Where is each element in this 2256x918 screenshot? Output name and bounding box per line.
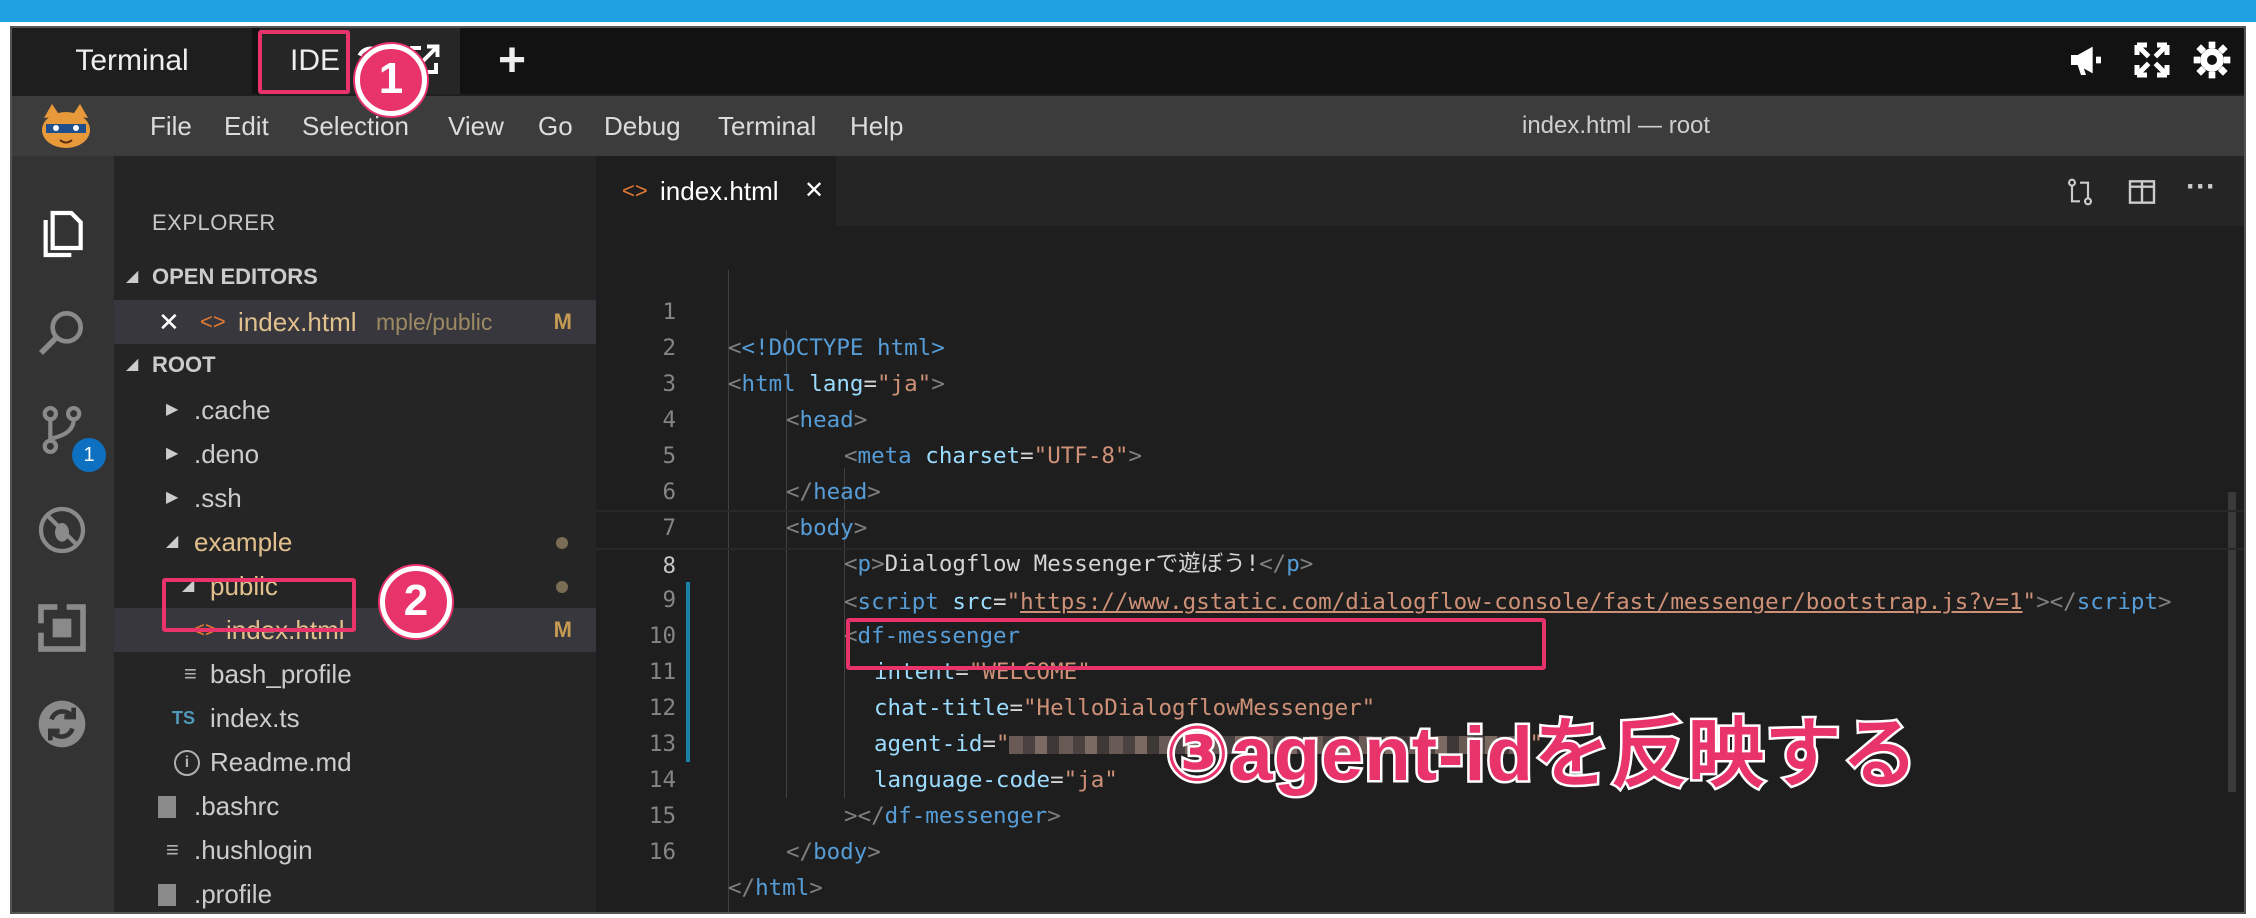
open-editor-filename: index.html bbox=[238, 307, 357, 337]
tree-item-bash-profile[interactable]: ≡ bash_profile bbox=[114, 652, 596, 696]
code-tag: html bbox=[755, 875, 810, 901]
tree-item-label: example bbox=[194, 527, 293, 557]
tree-item-label: .bashrc bbox=[194, 791, 280, 821]
extensions-icon[interactable] bbox=[34, 600, 90, 656]
tree-item-label: .cache bbox=[194, 395, 271, 425]
root-section[interactable]: ◢ ROOT bbox=[114, 344, 596, 386]
close-editor-icon[interactable]: ✕ bbox=[158, 300, 180, 344]
code-line[interactable]: 9 <df-messenger bbox=[596, 546, 2244, 649]
annotation-callout-3: ③agent-idを反映する bbox=[1163, 710, 1921, 800]
open-editor-path: mple/public bbox=[376, 309, 493, 335]
app-logo-icon bbox=[42, 104, 90, 148]
sync-icon[interactable] bbox=[34, 696, 90, 752]
text-file-icon: ≡ bbox=[184, 661, 197, 686]
tree-item-profile[interactable]: .profile bbox=[114, 872, 596, 912]
annotation-number-2: 2 bbox=[380, 566, 452, 638]
collapse-triangle-icon: ◢ bbox=[126, 356, 139, 373]
menu-edit[interactable]: Edit bbox=[224, 96, 269, 156]
code-line[interactable]: 7 <p>Dialogflow Messengerで遊ぼう!</p> bbox=[596, 474, 2244, 577]
code-line[interactable]: 1 <<!DOCTYPE html> bbox=[596, 258, 2244, 361]
tree-item-label: .deno bbox=[194, 439, 260, 469]
debug-icon[interactable] bbox=[34, 502, 90, 558]
explorer-title: EXPLORER bbox=[152, 210, 276, 235]
tree-item-bashrc[interactable]: .bashrc bbox=[114, 784, 596, 828]
open-editors-label: OPEN EDITORS bbox=[152, 264, 318, 289]
menu-view[interactable]: View bbox=[448, 96, 504, 156]
tab-terminal[interactable]: Terminal bbox=[12, 28, 252, 94]
search-icon[interactable] bbox=[34, 304, 90, 360]
menu-terminal[interactable]: Terminal bbox=[718, 96, 816, 156]
tree-item-deno[interactable]: ▶ .deno bbox=[114, 432, 596, 476]
info-icon: i bbox=[174, 750, 200, 776]
modified-dot bbox=[556, 581, 568, 593]
line-number: 16 bbox=[648, 839, 676, 865]
editor-tab-bar: <> index.html ✕ ··· bbox=[596, 156, 2244, 226]
tree-item-label: .hushlogin bbox=[194, 835, 313, 865]
collapse-triangle-icon: ◢ bbox=[166, 533, 179, 550]
add-tab-button[interactable]: + bbox=[482, 28, 542, 94]
menu-bar: File Edit Selection View Go Debug Termin… bbox=[12, 96, 2244, 156]
menu-help[interactable]: Help bbox=[850, 96, 903, 156]
code-line-current[interactable]: 8 <script src="https://www.gstatic.com/d… bbox=[596, 510, 2244, 615]
annotation-box-agent-id bbox=[846, 618, 1546, 670]
code-line[interactable]: 2 <html lang="ja"> bbox=[596, 294, 2244, 397]
tree-item-readme[interactable]: i Readme.md bbox=[114, 740, 596, 784]
activity-bar: 1 bbox=[12, 156, 114, 912]
code-line[interactable]: 6 <body> bbox=[596, 438, 2244, 541]
close-tab-icon[interactable]: ✕ bbox=[804, 156, 824, 226]
explorer-files-icon[interactable] bbox=[34, 206, 90, 262]
annotation-box-ide-tab bbox=[258, 30, 350, 94]
editor-tab-label: index.html bbox=[660, 176, 779, 206]
menu-go[interactable]: Go bbox=[538, 96, 573, 156]
tree-item-label: bash_profile bbox=[210, 659, 352, 689]
expand-arrow-icon: ▶ bbox=[166, 401, 179, 418]
expand-arrow-icon: ▶ bbox=[166, 489, 179, 506]
more-actions-icon[interactable]: ··· bbox=[2186, 170, 2216, 204]
tree-item-label: index.ts bbox=[210, 703, 300, 733]
compare-changes-icon[interactable] bbox=[2064, 176, 2096, 208]
file-icon bbox=[158, 884, 176, 906]
modified-dot bbox=[556, 537, 568, 549]
menu-debug[interactable]: Debug bbox=[604, 96, 681, 156]
tree-item-label: .profile bbox=[194, 879, 273, 909]
split-editor-icon[interactable] bbox=[2126, 176, 2158, 208]
open-editor-item[interactable]: ✕ <> index.html mple/public M bbox=[114, 300, 596, 344]
tree-item-example[interactable]: ◢ example bbox=[114, 520, 596, 564]
settings-gear-icon[interactable] bbox=[2192, 40, 2232, 80]
modified-badge: M bbox=[553, 617, 572, 642]
root-label: ROOT bbox=[152, 352, 216, 377]
tree-item-label: Readme.md bbox=[210, 747, 352, 777]
tree-item-index-ts[interactable]: TS index.ts bbox=[114, 696, 596, 740]
scm-count-badge: 1 bbox=[72, 438, 106, 472]
html-file-icon: <> bbox=[200, 309, 226, 334]
tree-item-ssh[interactable]: ▶ .ssh bbox=[114, 476, 596, 520]
megaphone-icon[interactable] bbox=[2064, 40, 2108, 80]
code-line[interactable]: 4 <meta charset="UTF-8"> bbox=[596, 366, 2244, 469]
html-file-icon: <> bbox=[622, 178, 648, 203]
annotation-box-index-html bbox=[162, 578, 356, 632]
editor-tab-index-html[interactable]: <> index.html ✕ bbox=[596, 156, 836, 226]
top-accent-stripe bbox=[0, 0, 2256, 22]
typescript-file-icon: TS bbox=[172, 708, 196, 728]
code-line[interactable]: 3 <head> bbox=[596, 330, 2244, 433]
tab-terminal-label: Terminal bbox=[75, 44, 189, 77]
tree-item-label: .ssh bbox=[194, 483, 242, 513]
modified-badge: M bbox=[553, 309, 572, 334]
open-editors-section[interactable]: ◢ OPEN EDITORS bbox=[114, 256, 596, 298]
code-line[interactable]: 10 intent="WELCOME" bbox=[596, 582, 2244, 685]
explorer-sidebar: EXPLORER ◢ OPEN EDITORS ✕ <> index.html … bbox=[114, 156, 596, 912]
fullscreen-icon[interactable] bbox=[2132, 40, 2172, 80]
annotation-number-1: 1 bbox=[355, 44, 427, 116]
tree-item-cache[interactable]: ▶ .cache bbox=[114, 388, 596, 432]
menu-file[interactable]: File bbox=[150, 96, 192, 156]
tree-item-hushlogin[interactable]: ≡ .hushlogin bbox=[114, 828, 596, 872]
file-icon bbox=[158, 796, 176, 818]
code-tag: body bbox=[813, 839, 868, 865]
expand-arrow-icon: ▶ bbox=[166, 445, 179, 462]
code-line[interactable]: 5 </head> bbox=[596, 402, 2244, 505]
collapse-triangle-icon: ◢ bbox=[126, 268, 139, 285]
window-title: index.html — root bbox=[1522, 112, 1711, 139]
text-file-icon: ≡ bbox=[166, 837, 179, 862]
code-line[interactable]: 16 </html> bbox=[596, 798, 2244, 901]
